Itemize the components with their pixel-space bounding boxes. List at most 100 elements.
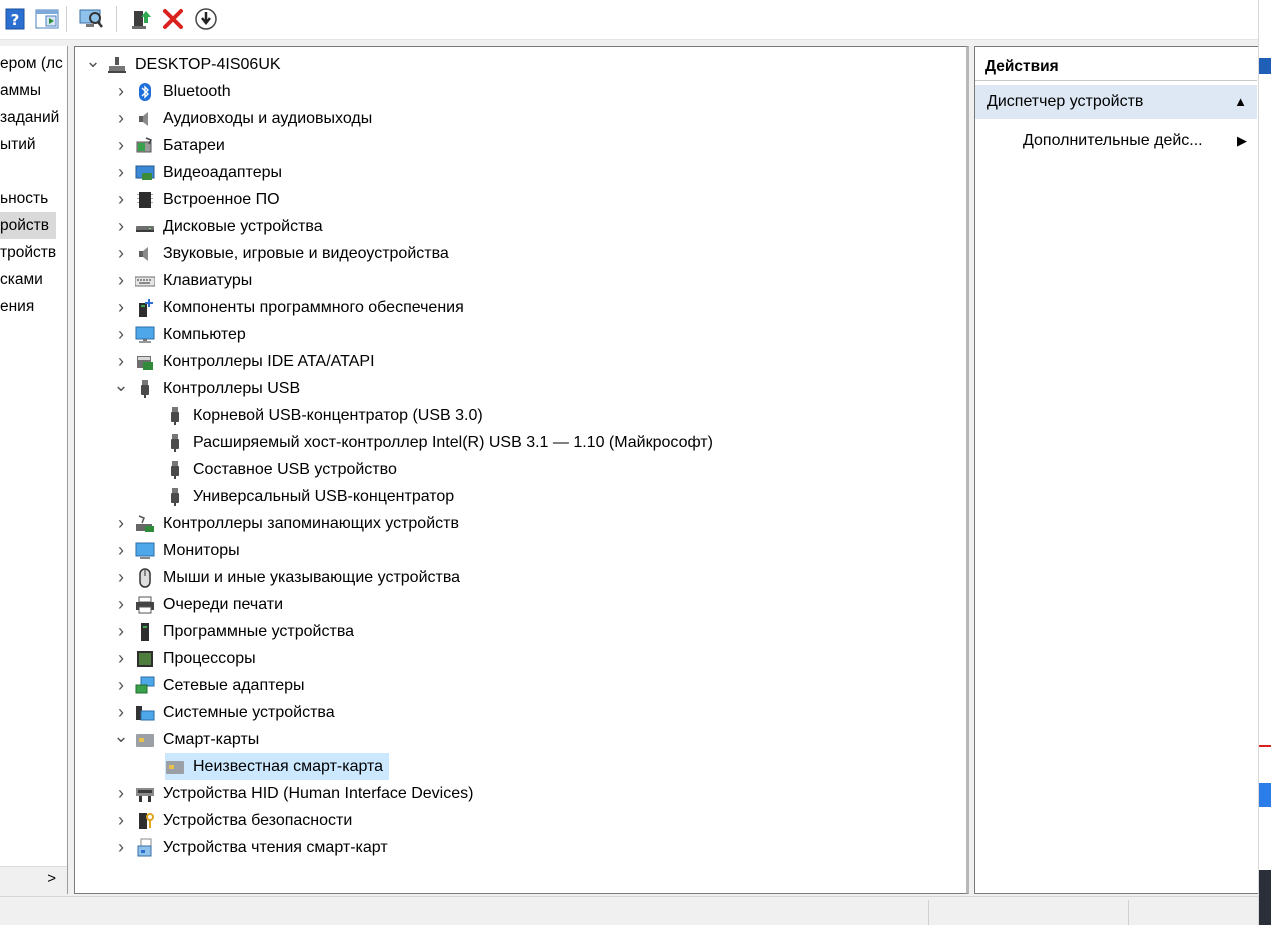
root-computer-icon [107,55,127,75]
battery-icon [135,136,155,156]
firmware-icon [135,190,155,210]
actions-section-label: Диспетчер устройств [987,93,1144,110]
console-tree-item[interactable]: ьность [0,185,48,212]
tree-category-item[interactable]: Системные устройства [135,699,341,726]
console-tree-item[interactable]: ером (лс [0,50,63,77]
keyboard-icon [135,271,155,291]
tree-device-item[interactable]: Универсальный USB-концентратор [165,483,460,510]
disable-icon[interactable] [193,6,219,32]
expand-right-icon[interactable]: › [113,240,129,267]
expand-right-icon[interactable]: › [113,672,129,699]
tree-category-item[interactable]: Компоненты программного обеспечения [135,294,470,321]
submenu-arrow-icon: ▶ [1237,133,1247,148]
console-tree-item[interactable]: тройств [0,239,56,266]
tree-root-item[interactable]: DESKTOP-4IS06UK [107,51,287,78]
expand-right-icon[interactable]: › [113,834,129,861]
expand-right-icon[interactable]: › [113,537,129,564]
actions-title: Действия [975,53,1257,81]
expand-down-icon[interactable]: ⌄ [113,726,129,753]
ide-controller-icon [135,352,155,372]
tree-device-item[interactable]: Составное USB устройство [165,456,403,483]
uninstall-icon[interactable] [160,6,186,32]
tree-category-item[interactable]: Звуковые, игровые и видеоустройства [135,240,455,267]
console-tree-item[interactable]: ения [0,293,34,320]
tree-category-item[interactable]: Bluetooth [135,78,237,105]
tree-category-item[interactable]: Устройства чтения смарт-карт [135,834,394,861]
console-tree-item[interactable]: ытий [0,131,36,158]
expand-right-icon[interactable]: › [113,213,129,240]
tree-category-item[interactable]: Сетевые адаптеры [135,672,311,699]
tree-device-item[interactable]: Корневой USB-концентратор (USB 3.0) [165,402,489,429]
expand-right-icon[interactable]: › [113,294,129,321]
tree-category-item[interactable]: Контроллеры запоминающих устройств [135,510,465,537]
scan-hardware-icon[interactable] [78,6,104,32]
console-tree-item[interactable]: аммы [0,77,41,104]
tree-category-item[interactable]: Компьютер [135,321,252,348]
tree-category-item[interactable]: Мониторы [135,537,246,564]
tree-item-label: Bluetooth [163,82,231,100]
toolbar-separator [116,6,117,32]
tree-category-item[interactable]: Устройства безопасности [135,807,358,834]
tree-category-item[interactable]: Аудиовходы и аудиовыходы [135,105,378,132]
help-icon[interactable]: ? [2,6,28,32]
tree-device-item[interactable]: Расширяемый хост-контроллер Intel(R) USB… [165,429,719,456]
expand-right-icon[interactable]: › [113,348,129,375]
expand-down-icon[interactable]: ⌄ [113,375,129,402]
tree-item-label: Процессоры [163,649,256,667]
scroll-right-icon[interactable]: > [47,870,56,887]
toolbar-separator [66,6,67,32]
update-driver-icon[interactable] [128,6,154,32]
tree-category-item[interactable]: Клавиатуры [135,267,258,294]
more-actions-item[interactable]: Дополнительные дейс... ▶ [1023,127,1255,155]
tree-category-item[interactable]: Контроллеры USB [135,375,306,402]
status-divider [928,900,929,925]
disk-drive-icon [135,217,155,237]
expand-right-icon[interactable]: › [113,321,129,348]
expand-right-icon[interactable]: › [113,186,129,213]
background-window-footer [1259,870,1271,925]
tree-item-label: Дисковые устройства [163,217,323,235]
tree-category-item[interactable]: Встроенное ПО [135,186,286,213]
expand-right-icon[interactable]: › [113,780,129,807]
expand-right-icon[interactable]: › [113,591,129,618]
console-tree-item[interactable]: ройств [0,212,56,239]
bluetooth-icon [135,82,155,102]
expand-right-icon[interactable]: › [113,645,129,672]
actions-section-device-manager[interactable]: Диспетчер устройств ▲ [975,85,1257,119]
svg-text:?: ? [11,11,20,29]
tree-category-item[interactable]: Контроллеры IDE ATA/ATAPI [135,348,381,375]
tree-category-item[interactable]: Батареи [135,132,231,159]
expand-right-icon[interactable]: › [113,267,129,294]
view-pane-icon[interactable] [34,6,60,32]
display-adapter-icon [135,163,155,183]
tree-category-item[interactable]: Очереди печати [135,591,289,618]
expand-right-icon[interactable]: › [113,78,129,105]
expand-down-icon[interactable]: ⌄ [85,51,101,78]
expand-right-icon[interactable]: › [113,807,129,834]
tree-category-item[interactable]: Дисковые устройства [135,213,329,240]
expand-right-icon[interactable]: › [113,618,129,645]
expand-right-icon[interactable]: › [113,564,129,591]
tree-category-item[interactable]: Программные устройства [135,618,360,645]
background-window-line [1259,745,1271,747]
expand-right-icon[interactable]: › [113,132,129,159]
expand-right-icon[interactable]: › [113,699,129,726]
usb-icon [165,460,185,480]
console-tree-item[interactable]: сками [0,266,43,293]
tree-category-item[interactable]: Смарт-карты [135,726,265,753]
hid-icon [135,784,155,804]
tree-category-item[interactable]: Мыши и иные указывающие устройства [135,564,466,591]
tree-device-item-selected[interactable]: Неизвестная смарт-карта [165,753,390,780]
horizontal-scrollbar[interactable]: > [0,866,67,894]
console-tree-item[interactable]: заданий [0,104,59,131]
expand-right-icon[interactable]: › [113,105,129,132]
tree-item-label: Сетевые адаптеры [163,676,305,694]
tree-category-item[interactable]: Устройства HID (Human Interface Devices) [135,780,479,807]
collapse-up-icon[interactable]: ▲ [1234,85,1247,119]
expand-right-icon[interactable]: › [113,159,129,186]
expand-right-icon[interactable]: › [113,510,129,537]
tree-category-item[interactable]: Видеоадаптеры [135,159,288,186]
tree-category-item[interactable]: Процессоры [135,645,262,672]
background-window-bar [1259,58,1271,74]
status-divider [1128,900,1129,925]
